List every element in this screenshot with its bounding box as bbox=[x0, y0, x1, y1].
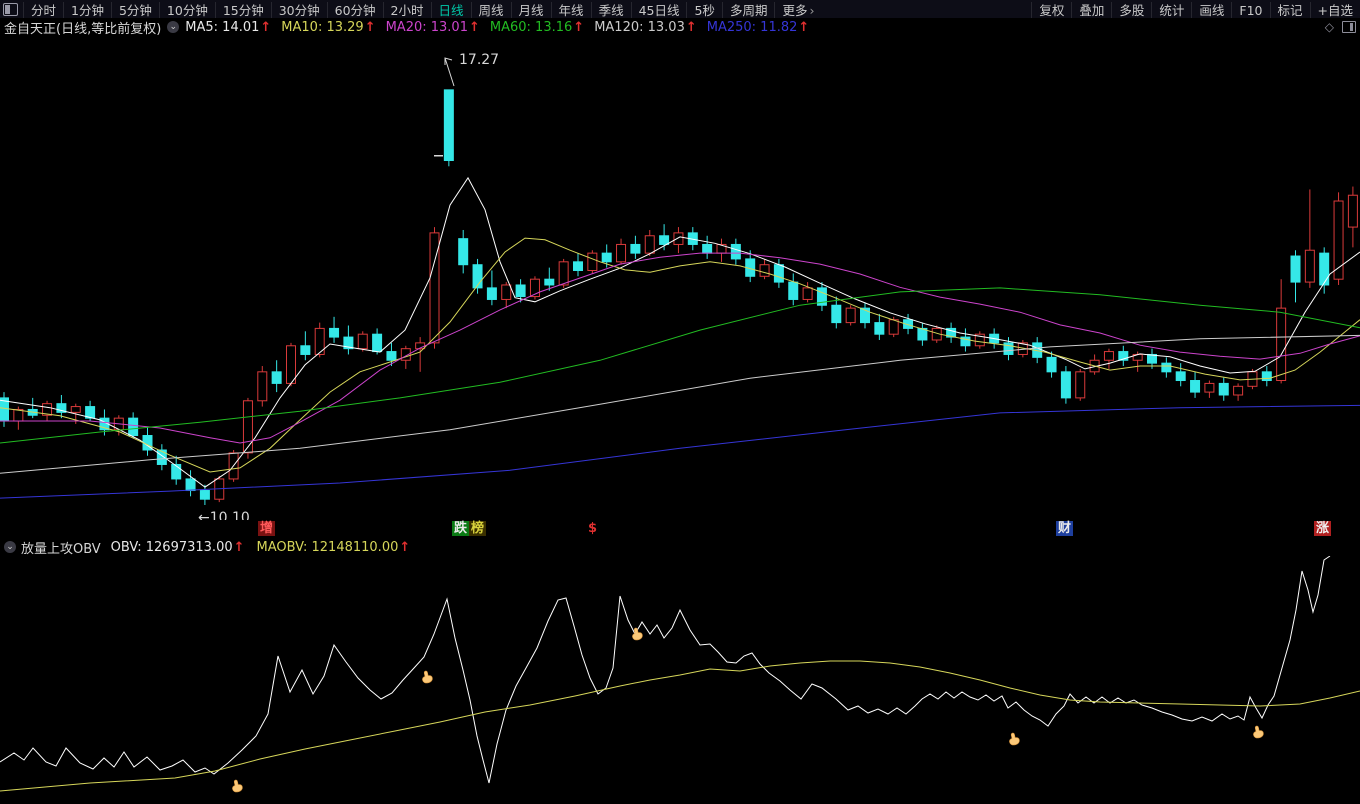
menu-item-5分钟[interactable]: 5分钟 bbox=[110, 1, 159, 19]
menu-item-30分钟[interactable]: 30分钟 bbox=[270, 1, 327, 19]
stock-info-bar: 金自天正(日线,等比前复权) ⌄ MA5: 14.01↑ MA10: 13.29↑… bbox=[0, 18, 1360, 37]
menu-item-10分钟[interactable]: 10分钟 bbox=[158, 1, 215, 19]
ticker-badge[interactable]: $ bbox=[586, 521, 599, 536]
up-arrow-icon: ↑ bbox=[573, 19, 585, 35]
menu-item-5秒[interactable]: 5秒 bbox=[686, 1, 722, 19]
menu-item-45日线[interactable]: 45日线 bbox=[630, 1, 687, 19]
menu-item-叠加[interactable]: 叠加 bbox=[1071, 1, 1112, 19]
hand-signal-icon bbox=[232, 779, 243, 793]
ma-readout-MA10: MA10: 13.29↑ bbox=[281, 19, 376, 35]
ma-readout-MA60: MA60: 13.16↑ bbox=[489, 19, 585, 35]
up-arrow-icon: ↑ bbox=[468, 19, 480, 35]
ma-readout-MA5: MA5: 14.01↑ bbox=[185, 19, 272, 35]
stock-title: 金自天正(日线,等比前复权) bbox=[4, 21, 162, 37]
ma-readout-MA20: MA20: 13.01↑ bbox=[385, 19, 480, 35]
ticker-badge[interactable]: 跌 bbox=[452, 521, 470, 536]
indicator-name: 放量上攻OBV bbox=[21, 541, 101, 557]
diamond-icon[interactable]: ◇ bbox=[1325, 20, 1334, 34]
maobv-up-arrow: ↑ bbox=[399, 539, 411, 555]
menu-item-+自选[interactable]: +自选 bbox=[1309, 1, 1360, 19]
trading-app-window: 分时 1分钟 5分钟 10分钟 15分钟 30分钟 60分钟 2小时 日线 周线 月线 年线 季线 45日… bbox=[0, 0, 1360, 804]
hand-signal-icon bbox=[422, 670, 433, 684]
info-ticker-strip: 增 跌榜 $ 财 涨 bbox=[0, 520, 1360, 538]
hand-signal-icon bbox=[1009, 732, 1020, 746]
obv-line bbox=[0, 556, 1331, 784]
obv-value-label: OBV: 12697313.00 bbox=[110, 539, 233, 555]
maobv-value-label: MAOBV: 12148110.00 bbox=[256, 539, 399, 555]
candlestick-chart[interactable]: 17.27 ←10.10 bbox=[0, 36, 1360, 520]
hand-signal-icon bbox=[1253, 725, 1264, 739]
menu-item-画线[interactable]: 画线 bbox=[1191, 1, 1232, 19]
panes-icon[interactable] bbox=[1342, 21, 1356, 33]
maobv-line bbox=[0, 660, 1360, 792]
menu-item-F10[interactable]: F10 bbox=[1231, 1, 1270, 19]
ticker-badge[interactable]: 涨 bbox=[1314, 521, 1332, 536]
menu-item-1分钟[interactable]: 1分钟 bbox=[63, 1, 111, 19]
menu-item-标记[interactable]: 标记 bbox=[1269, 1, 1310, 19]
menu-item-月线[interactable]: 月线 bbox=[510, 1, 551, 19]
menu-item-60分钟[interactable]: 60分钟 bbox=[326, 1, 383, 19]
high-price-annotation: 17.27 bbox=[459, 52, 499, 68]
menu-item-年线[interactable]: 年线 bbox=[550, 1, 591, 19]
obv-line-chart[interactable] bbox=[0, 556, 1360, 804]
up-arrow-icon: ↑ bbox=[364, 19, 376, 35]
menu-item-周线[interactable]: 周线 bbox=[470, 1, 511, 19]
menu-item-更多[interactable]: 更多 › bbox=[774, 1, 822, 19]
menu-item-复权[interactable]: 复权 bbox=[1031, 1, 1072, 19]
ma-readout-MA120: MA120: 13.03↑ bbox=[594, 19, 697, 35]
ma-value-list: MA5: 14.01↑ MA10: 13.29↑ MA20: 13.01↑ MA60:… bbox=[185, 20, 819, 35]
titlebar-corner-icons: ◇ bbox=[1325, 20, 1356, 34]
tool-menu-items: 复权 叠加 多股 统计 画线 F10 标记 +自选 bbox=[1031, 0, 1360, 19]
ticker-badge[interactable]: 榜 bbox=[469, 521, 487, 536]
ma-readout-MA250: MA250: 11.82↑ bbox=[706, 19, 810, 35]
menu-item-日线[interactable]: 日线 bbox=[430, 1, 471, 19]
obv-up-arrow: ↑ bbox=[233, 539, 245, 555]
panel-toggle-icon[interactable] bbox=[3, 2, 18, 16]
obv-indicator-header: ⌄ 放量上攻OBV OBV: 12697313.00 ↑ MAOBV: 1214… bbox=[0, 538, 1360, 557]
menu-item-15分钟[interactable]: 15分钟 bbox=[214, 1, 271, 19]
up-arrow-icon: ↑ bbox=[685, 19, 697, 35]
collapse-chevron-icon[interactable]: ⌄ bbox=[167, 21, 180, 33]
menu-item-季线[interactable]: 季线 bbox=[590, 1, 631, 19]
chevron-right-icon: › bbox=[809, 2, 815, 18]
menu-item-多股[interactable]: 多股 bbox=[1111, 1, 1152, 19]
collapse-chevron-icon[interactable]: ⌄ bbox=[4, 541, 16, 553]
low-price-annotation: ←10.10 bbox=[198, 510, 250, 520]
ticker-badge[interactable]: 增 bbox=[258, 521, 276, 536]
menu-item-2小时[interactable]: 2小时 bbox=[382, 1, 431, 19]
menu-item-分时[interactable]: 分时 bbox=[23, 1, 64, 19]
ticker-badge[interactable]: 财 bbox=[1056, 521, 1074, 536]
period-menubar: 分时 1分钟 5分钟 10分钟 15分钟 30分钟 60分钟 2小时 日线 周线 月线 年线 季线 45日… bbox=[0, 0, 1360, 19]
up-arrow-icon: ↑ bbox=[260, 19, 272, 35]
menu-item-统计[interactable]: 统计 bbox=[1151, 1, 1192, 19]
period-menu-items: 分时 1分钟 5分钟 10分钟 15分钟 30分钟 60分钟 2小时 日线 周线 月线 年线 季线 45日… bbox=[23, 0, 822, 19]
up-arrow-icon: ↑ bbox=[798, 19, 810, 35]
menu-item-多周期[interactable]: 多周期 bbox=[721, 1, 775, 19]
